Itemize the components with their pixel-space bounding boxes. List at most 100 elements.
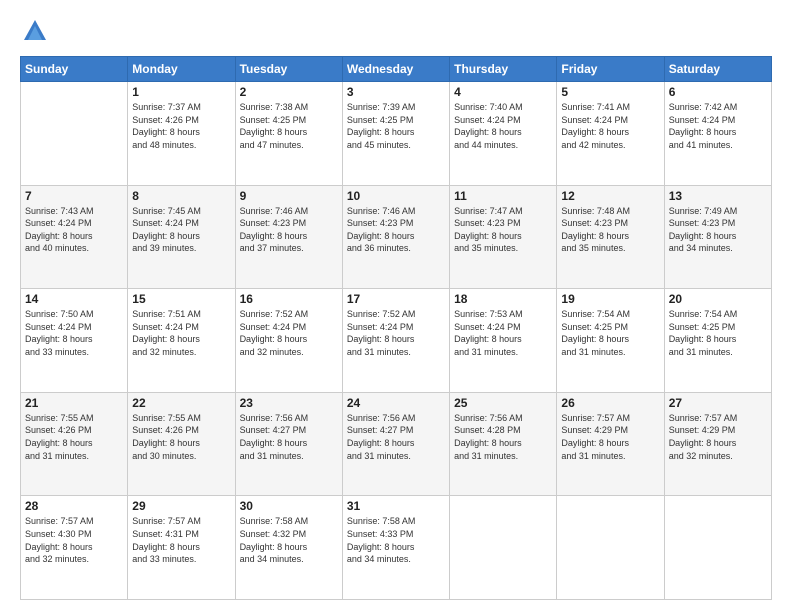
calendar-cell: 24Sunrise: 7:56 AMSunset: 4:27 PMDayligh… (342, 392, 449, 496)
day-info: Sunrise: 7:38 AMSunset: 4:25 PMDaylight:… (240, 101, 338, 151)
info-line: Daylight: 8 hours (240, 541, 338, 554)
calendar-cell (21, 82, 128, 186)
info-line: Sunrise: 7:55 AM (25, 412, 123, 425)
info-line: and 47 minutes. (240, 139, 338, 152)
info-line: Daylight: 8 hours (561, 333, 659, 346)
info-line: Sunrise: 7:58 AM (347, 515, 445, 528)
calendar-cell: 29Sunrise: 7:57 AMSunset: 4:31 PMDayligh… (128, 496, 235, 600)
info-line: Sunrise: 7:38 AM (240, 101, 338, 114)
info-line: Sunset: 4:25 PM (669, 321, 767, 334)
info-line: Daylight: 8 hours (669, 333, 767, 346)
info-line: Daylight: 8 hours (132, 230, 230, 243)
day-info: Sunrise: 7:42 AMSunset: 4:24 PMDaylight:… (669, 101, 767, 151)
info-line: and 31 minutes. (240, 450, 338, 463)
info-line: and 34 minutes. (347, 553, 445, 566)
info-line: and 31 minutes. (347, 450, 445, 463)
day-info: Sunrise: 7:46 AMSunset: 4:23 PMDaylight:… (240, 205, 338, 255)
calendar-cell: 7 Sunrise: 7:43 AMSunset: 4:24 PMDaylight… (21, 185, 128, 289)
info-line: Daylight: 8 hours (561, 437, 659, 450)
info-line: Sunrise: 7:48 AM (561, 205, 659, 218)
calendar-cell: 22Sunrise: 7:55 AMSunset: 4:26 PMDayligh… (128, 392, 235, 496)
calendar-cell: 25 Sunrise: 7:56 AMSunset: 4:28 PMDayligh… (450, 392, 557, 496)
info-line: and 33 minutes. (132, 553, 230, 566)
info-line: Sunrise: 7:45 AM (132, 205, 230, 218)
day-number: 9 (240, 189, 338, 203)
day-number: 5 (561, 85, 659, 99)
day-number: 12 (561, 189, 659, 203)
day-number: 26 (561, 396, 659, 410)
info-line: Sunrise: 7:49 AM (669, 205, 767, 218)
info-line: Sunset: 4:24 PM (561, 114, 659, 127)
info-line: Sunset: 4:24 PM (669, 114, 767, 127)
calendar-cell: 13Sunrise: 7:49 AMSunset: 4:23 PMDayligh… (664, 185, 771, 289)
day-info: Sunrise: 7:58 AMSunset: 4:33 PMDaylight:… (347, 515, 445, 565)
info-line: Sunset: 4:25 PM (347, 114, 445, 127)
info-line: Sunrise: 7:37 AM (132, 101, 230, 114)
day-number: 7 (25, 189, 123, 203)
info-line: Daylight: 8 hours (25, 437, 123, 450)
calendar-cell: 21Sunrise: 7:55 AMSunset: 4:26 PMDayligh… (21, 392, 128, 496)
calendar-week-3: 14 Sunrise: 7:50 AM Sunset: 4:24 PM Dayligh… (21, 289, 772, 393)
day-number: 18 (454, 292, 552, 306)
day-info: Sunrise: 7:48 AMSunset: 4:23 PMDaylight:… (561, 205, 659, 255)
info-line: Sunset: 4:26 PM (25, 424, 123, 437)
info-line: Sunrise: 7:57 AM (669, 412, 767, 425)
header (20, 16, 772, 46)
page: SundayMondayTuesdayWednesdayThursdayFrid… (0, 0, 792, 612)
calendar-cell: 10Sunrise: 7:46 AMSunset: 4:23 PMDayligh… (342, 185, 449, 289)
day-number: 3 (347, 85, 445, 99)
info-line: and 33 minutes. (25, 346, 123, 359)
day-number: 28 (25, 499, 123, 513)
day-number: 14 (25, 292, 123, 306)
info-line: Sunrise: 7:57 AM (132, 515, 230, 528)
info-line: and 40 minutes. (25, 242, 123, 255)
info-line: Daylight: 8 hours (454, 230, 552, 243)
info-line: Daylight: 8 hours (132, 333, 230, 346)
day-number: 22 (132, 396, 230, 410)
info-line: Daylight: 8 hours (347, 230, 445, 243)
calendar-cell (664, 496, 771, 600)
info-line: Sunrise: 7:51 AM (132, 308, 230, 321)
info-line: and 30 minutes. (132, 450, 230, 463)
calendar-cell: 23Sunrise: 7:56 AMSunset: 4:27 PMDayligh… (235, 392, 342, 496)
day-number: 31 (347, 499, 445, 513)
info-line: Sunset: 4:24 PM (454, 321, 552, 334)
info-line: Sunrise: 7:39 AM (347, 101, 445, 114)
weekday-header-wednesday: Wednesday (342, 57, 449, 82)
info-line: Daylight: 8 hours (669, 126, 767, 139)
info-line: Sunset: 4:29 PM (561, 424, 659, 437)
day-number: 25 (454, 396, 552, 410)
info-line: and 42 minutes. (561, 139, 659, 152)
info-line: Sunset: 4:27 PM (240, 424, 338, 437)
calendar-cell: 15 Sunrise: 7:51 AMSunset: 4:24 PMDayligh… (128, 289, 235, 393)
info-line: and 48 minutes. (132, 139, 230, 152)
info-line: Sunrise: 7:50 AM (25, 308, 123, 321)
info-line: and 31 minutes. (454, 450, 552, 463)
calendar-cell: 14Sunrise: 7:50 AMSunset: 4:24 PMDayligh… (21, 289, 128, 393)
info-line: Sunrise: 7:56 AM (240, 412, 338, 425)
day-info: Sunrise: 7:57 AMSunset: 4:31 PMDaylight:… (132, 515, 230, 565)
day-number: 15 (132, 292, 230, 306)
calendar-table: SundayMondayTuesdayWednesdayThursdayFrid… (20, 56, 772, 600)
info-line: Sunrise: 7:53 AM (454, 308, 552, 321)
day-number: 20 (669, 292, 767, 306)
info-line: Daylight: 8 hours (561, 126, 659, 139)
info-line: Sunset: 4:23 PM (347, 217, 445, 230)
calendar-week-4: 21Sunrise: 7:55 AMSunset: 4:26 PMDayligh… (21, 392, 772, 496)
day-info: Sunrise: 7:56 AMSunset: 4:28 PMDaylight:… (454, 412, 552, 462)
calendar-cell: 27Sunrise: 7:57 AMSunset: 4:29 PMDayligh… (664, 392, 771, 496)
info-line: Sunset: 4:24 PM (25, 217, 123, 230)
info-line: Sunrise: 7:52 AM (240, 308, 338, 321)
day-info: Sunrise: 7:54 AMSunset: 4:25 PMDaylight:… (669, 308, 767, 358)
day-info: Sunrise: 7:51 AMSunset: 4:24 PMDaylight:… (132, 308, 230, 358)
info-line: Sunrise: 7:52 AM (347, 308, 445, 321)
info-line: Daylight: 8 hours (561, 230, 659, 243)
info-line: Daylight: 8 hours (240, 126, 338, 139)
day-info: Sunrise: 7:43 AMSunset: 4:24 PMDaylight:… (25, 205, 123, 255)
day-number: 23 (240, 396, 338, 410)
info-line: and 31 minutes. (454, 346, 552, 359)
info-line: Daylight: 8 hours (240, 333, 338, 346)
weekday-header-friday: Friday (557, 57, 664, 82)
calendar-cell: 28Sunrise: 7:57 AMSunset: 4:30 PMDayligh… (21, 496, 128, 600)
day-info: Sunrise: 7:37 AMSunset: 4:26 PMDaylight:… (132, 101, 230, 151)
